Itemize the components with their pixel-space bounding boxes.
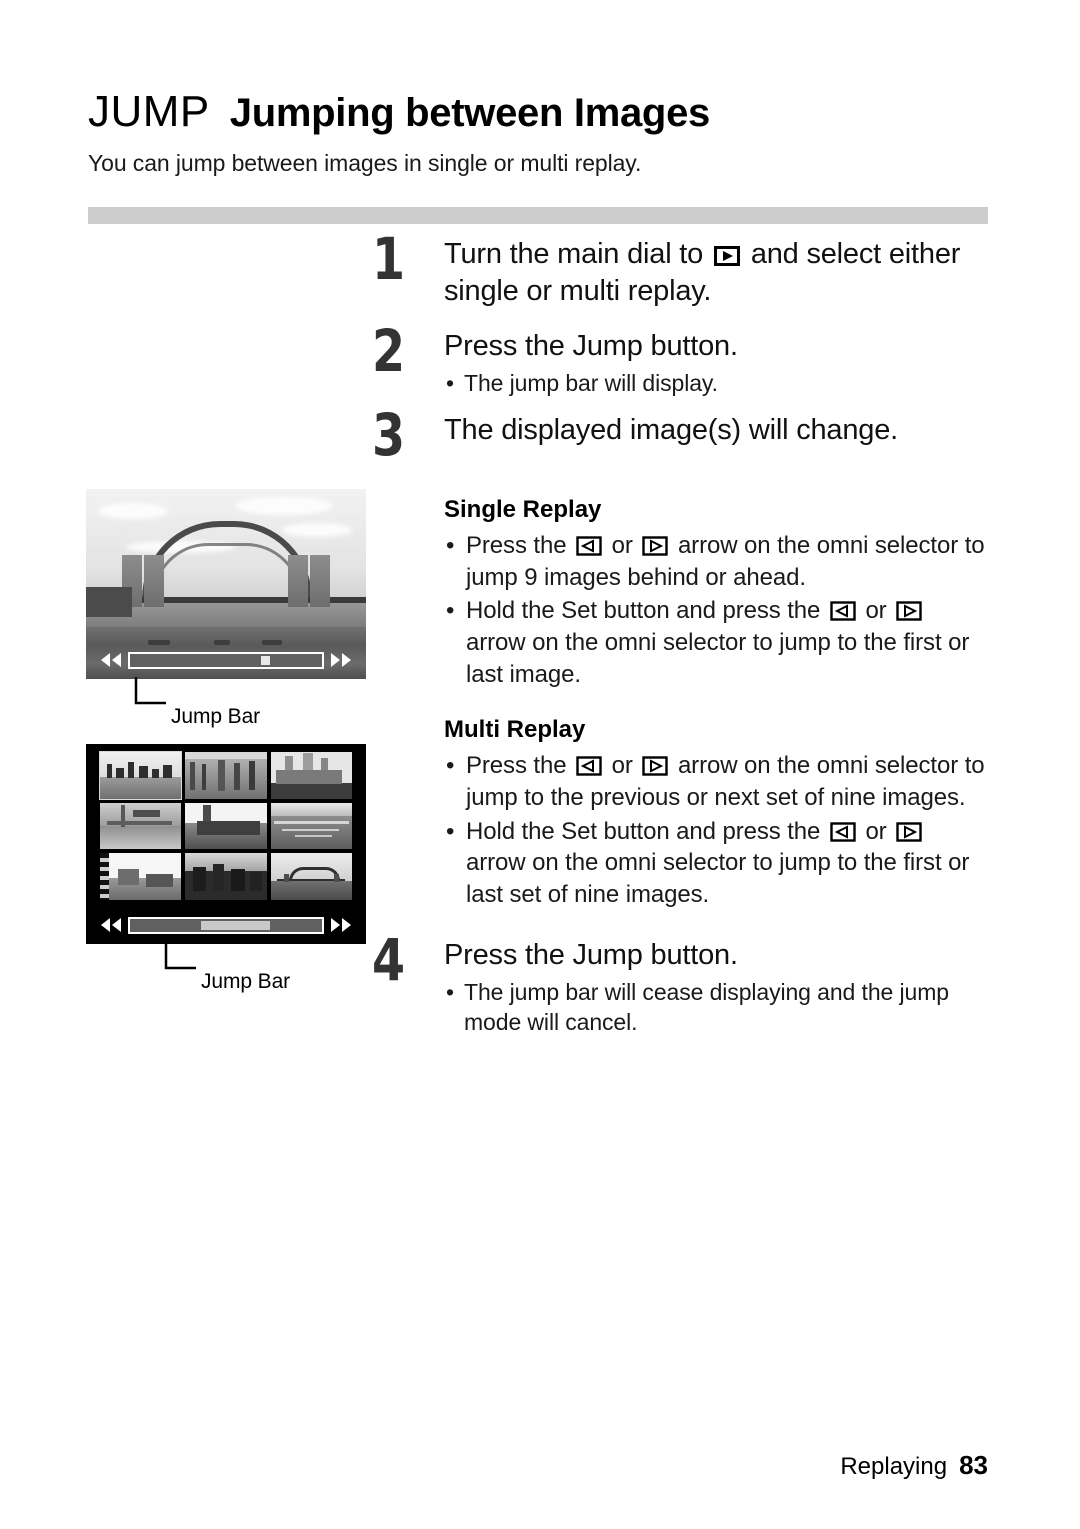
bullet-text-part-1: Press the xyxy=(466,752,567,780)
camera-screen-multi xyxy=(86,744,366,944)
bridge-pylon xyxy=(288,555,308,607)
arrow-left-icon xyxy=(830,822,856,842)
section-single-replay: Single Replay Press the or arrow on the … xyxy=(444,496,988,690)
section-heading: Single Replay xyxy=(444,496,602,523)
jump-bar-thumb[interactable] xyxy=(201,920,271,930)
thumbnail-cell[interactable] xyxy=(185,752,267,799)
thumbnail-cell[interactable] xyxy=(100,802,182,850)
single-replay-illustration: Jump Bar xyxy=(86,489,366,728)
page-title-text: Jumping between Images xyxy=(229,91,710,135)
rewind-arrows-icon[interactable] xyxy=(100,652,122,668)
step-title-part-1: Turn the main dial to xyxy=(444,238,704,270)
bullet-text-part-1: Hold the Set button and press the xyxy=(466,817,821,845)
step-4: 4 Press the Jump button. The jump bar wi… xyxy=(372,931,988,1038)
thumbnail-cell[interactable] xyxy=(100,853,182,900)
jump-bar-caption: Jump Bar xyxy=(171,705,261,728)
thumb-ground xyxy=(100,777,182,799)
thumb-ground xyxy=(100,826,182,850)
page-title: JUMP Jumping between Images xyxy=(88,90,988,134)
cloud-shape xyxy=(98,503,168,519)
thumbnail-cell[interactable] xyxy=(185,853,267,900)
bullet-text-mid: or xyxy=(611,752,633,780)
thumbnail-cell[interactable] xyxy=(185,802,267,850)
fast-forward-arrows-icon[interactable] xyxy=(330,652,352,668)
bridge-pylon xyxy=(144,555,164,607)
section-multi-replay: Multi Replay Press the or arrow on the o… xyxy=(444,716,988,910)
arrow-right-icon xyxy=(642,536,669,556)
step-title: Turn the main dial to and select either … xyxy=(444,236,988,310)
thumb-ground xyxy=(270,881,352,900)
bullet-text-mid: or xyxy=(611,532,633,559)
step-number: 1 xyxy=(372,225,406,293)
camera-screen-single xyxy=(86,489,366,679)
step-1: 1 Turn the main dial to and select eithe… xyxy=(372,230,988,320)
bridge-pylon xyxy=(310,555,330,607)
bullet-text-part-2: arrow on the omni selector to jump to th… xyxy=(466,849,970,909)
step-bullet: The jump bar will cease displaying and t… xyxy=(444,978,988,1038)
step-title: Press the Jump button. xyxy=(444,330,738,362)
bullet-text-mid: or xyxy=(865,817,887,845)
step-3: 3 The displayed image(s) will change. xyxy=(372,406,988,470)
bullet-text-part-1: Press the xyxy=(466,532,567,559)
section-bullet: Press the or arrow on the omni selector … xyxy=(444,530,988,593)
jump-bar-multi[interactable] xyxy=(86,914,366,936)
multi-replay-illustration: Jump Bar xyxy=(86,744,366,993)
page-subtitle: You can jump between images in single or… xyxy=(88,150,642,176)
thumb-ground xyxy=(270,782,352,799)
step-number: 3 xyxy=(372,401,406,469)
step-number: 2 xyxy=(372,317,406,385)
footer-section-label: Replaying xyxy=(840,1453,948,1480)
thumbnail-cell[interactable] xyxy=(270,853,352,900)
step-2: 2 Press the Jump button. The jump bar wi… xyxy=(372,322,988,404)
thumbnail-cell[interactable] xyxy=(98,751,183,800)
fast-forward-arrows-icon[interactable] xyxy=(330,917,352,933)
section-bullet: Press the or arrow on the omni selector … xyxy=(444,750,988,813)
arrow-right-icon xyxy=(896,822,922,842)
cloud-shape xyxy=(282,523,352,537)
header-divider xyxy=(88,207,988,224)
bullet-text-part-2: arrow on the omni selector to jump to th… xyxy=(466,629,970,688)
boat-shape xyxy=(214,640,230,645)
page-footer: Replaying 83 xyxy=(840,1450,988,1481)
left-shoreline xyxy=(86,587,132,617)
arrow-left-icon xyxy=(830,601,856,622)
filmstrip-marker xyxy=(100,853,109,900)
jump-bar-track[interactable] xyxy=(128,916,324,934)
thumbnail-cell[interactable] xyxy=(270,802,352,850)
arrow-right-icon xyxy=(642,756,669,777)
thumbnail-grid xyxy=(98,751,352,900)
arrow-left-icon xyxy=(576,536,602,556)
step-number: 4 xyxy=(372,925,406,994)
step-title: The displayed image(s) will change. xyxy=(444,414,898,446)
thumb-sky xyxy=(270,802,352,817)
instruction-steps: 1 Turn the main dial to and select eithe… xyxy=(372,230,988,1046)
rewind-arrows-icon[interactable] xyxy=(100,917,122,933)
play-mode-icon xyxy=(713,246,740,266)
page-header: JUMP Jumping between Images You can jump… xyxy=(88,90,988,177)
cloud-shape xyxy=(236,497,332,515)
jump-bar-thumb[interactable] xyxy=(260,655,270,665)
boat-shape xyxy=(262,640,282,645)
page-number: 83 xyxy=(959,1450,988,1480)
arrow-left-icon xyxy=(576,756,602,777)
arrow-right-icon xyxy=(896,601,922,622)
jump-badge: JUMP xyxy=(88,87,210,136)
thumbnail-cell[interactable] xyxy=(270,752,352,799)
boat-shape xyxy=(148,640,170,645)
jump-bar-caption: Jump Bar xyxy=(201,970,291,993)
bullet-text-part-1: Hold the Set button and press the xyxy=(466,597,821,625)
jump-bar-single[interactable] xyxy=(86,649,366,671)
section-bullet: Hold the Set button and press the or arr… xyxy=(444,595,988,690)
jump-bar-track[interactable] xyxy=(128,651,324,669)
bullet-text-mid: or xyxy=(865,597,887,625)
step-title: Press the Jump button. xyxy=(444,938,738,971)
section-bullet: Hold the Set button and press the or arr… xyxy=(444,816,988,911)
step-bullet: The jump bar will display. xyxy=(444,369,988,399)
section-heading: Multi Replay xyxy=(444,716,586,744)
